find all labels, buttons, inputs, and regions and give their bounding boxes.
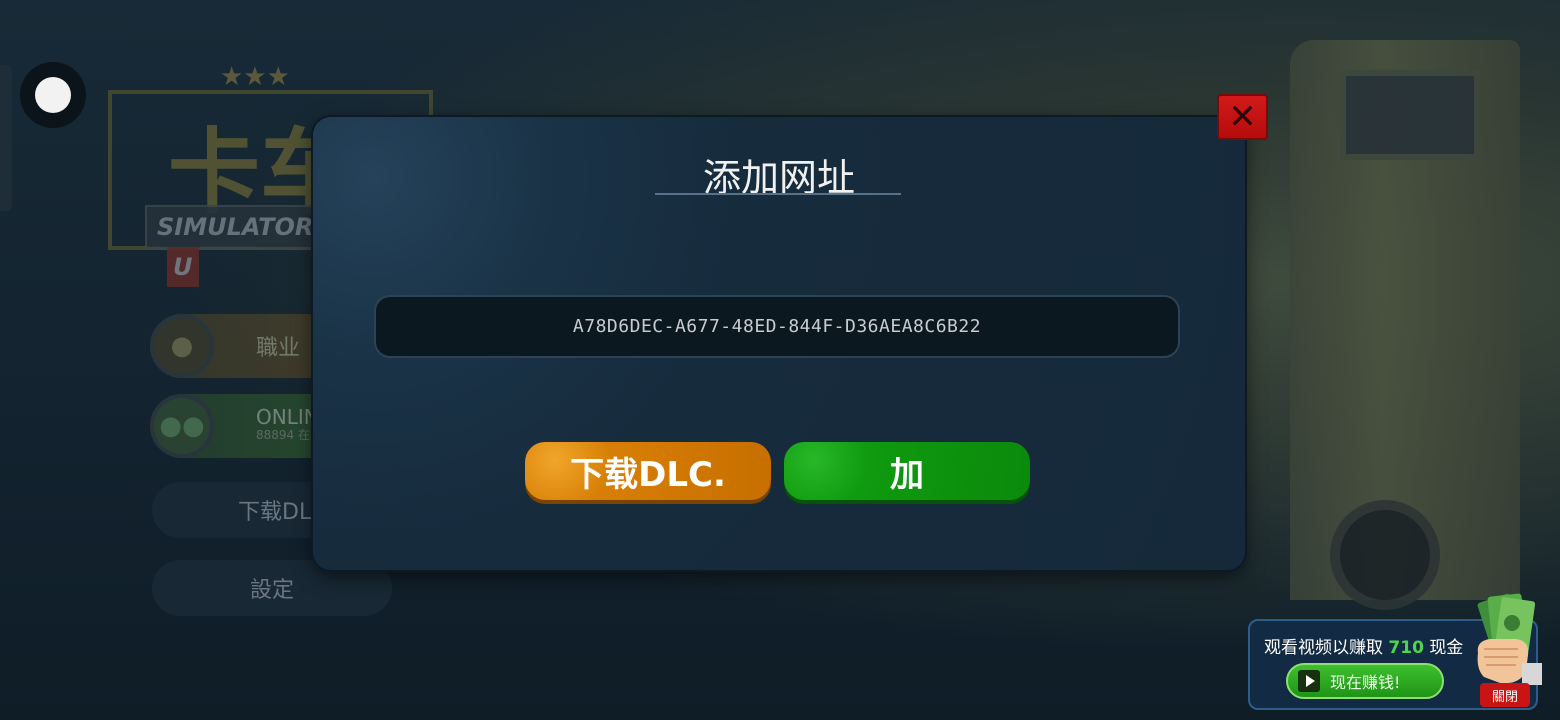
logo-stars-icon: ★★★ bbox=[220, 62, 290, 92]
truck-wheel bbox=[1330, 500, 1440, 610]
logo-banner-text: SIMULATOR bbox=[157, 213, 314, 241]
truck-window bbox=[1340, 70, 1480, 160]
url-input[interactable]: A78D6DEC-A677-48ED-844F-D36AEA8C6B22 bbox=[374, 295, 1180, 358]
reward-text-suffix: 现金 bbox=[1429, 638, 1464, 658]
pause-icon bbox=[35, 77, 71, 113]
title-underline bbox=[655, 193, 901, 195]
online-users-icon: ●● bbox=[150, 394, 214, 458]
download-dlc-button[interactable]: 下载DLC. bbox=[525, 442, 771, 500]
close-dialog-button[interactable]: ✕ bbox=[1217, 94, 1268, 140]
play-icon bbox=[1298, 670, 1320, 692]
close-icon: ✕ bbox=[1228, 97, 1257, 137]
reward-text-prefix: 观看视频以赚取 bbox=[1264, 638, 1383, 658]
earn-now-label: 现在赚钱! bbox=[1330, 673, 1401, 692]
driver-avatar-icon: ● bbox=[150, 314, 214, 378]
logo-banner-tail: U bbox=[167, 247, 199, 287]
money-hand-icon bbox=[1477, 593, 1542, 685]
side-drawer-handle[interactable] bbox=[0, 65, 12, 211]
earn-now-button[interactable]: 现在赚钱! bbox=[1286, 663, 1444, 699]
pause-button[interactable] bbox=[20, 62, 86, 128]
reward-text: 观看视频以赚取 710 现金 bbox=[1264, 633, 1463, 658]
close-ad-button[interactable]: 關閉 bbox=[1480, 683, 1530, 707]
add-button[interactable]: 加 bbox=[784, 442, 1030, 500]
menu-career-label: 職业 bbox=[256, 336, 301, 361]
reward-amount: 710 bbox=[1388, 638, 1424, 658]
add-url-dialog: 添加网址 A78D6DEC-A677-48ED-844F-D36AEA8C6B2… bbox=[313, 117, 1245, 570]
